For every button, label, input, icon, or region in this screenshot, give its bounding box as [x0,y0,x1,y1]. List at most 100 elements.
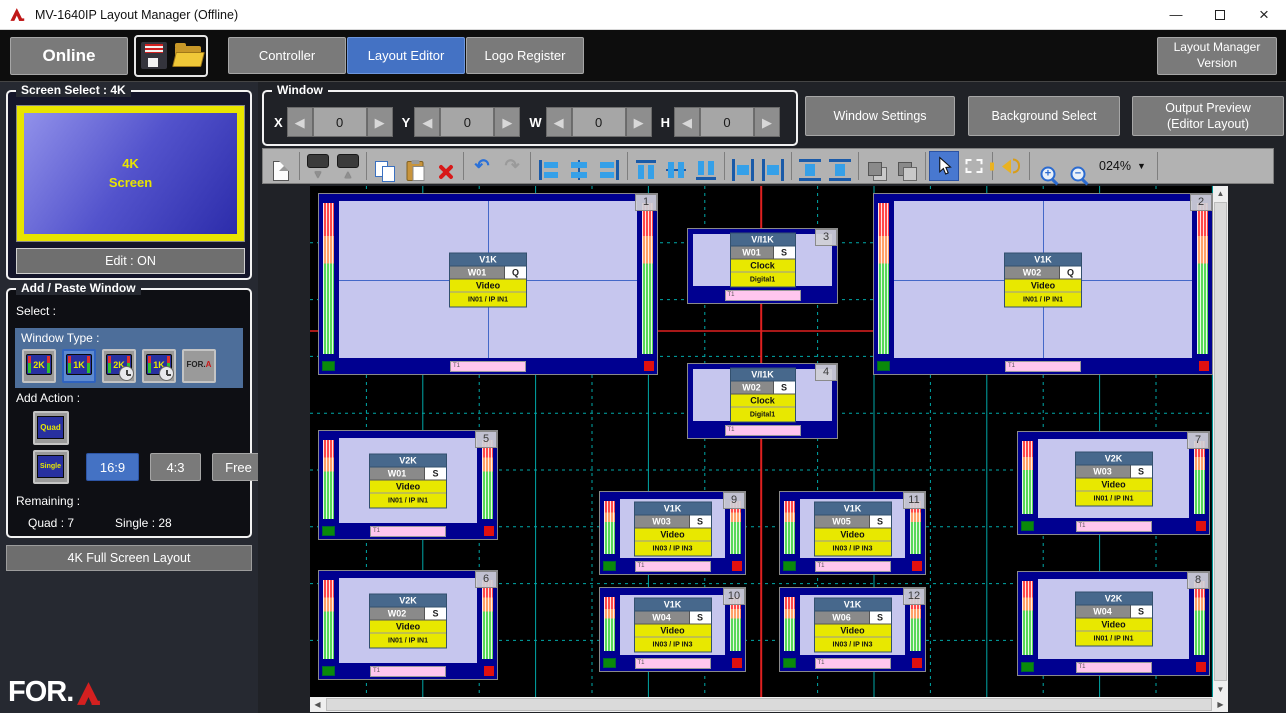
align-right-button[interactable] [594,151,624,181]
monitor-2k-icon: 2K [26,354,52,375]
open-button[interactable] [173,39,205,73]
window-type-clock-2k-button[interactable]: 2K [102,349,136,383]
expand-vertical-button[interactable] [795,151,825,181]
window-type-logo-button[interactable]: FOR.A [182,349,216,383]
horizontal-scrollbar[interactable]: ◀ ▶ [310,697,1228,712]
align-center-horizontal-button[interactable] [564,151,594,181]
copy-button[interactable] [370,151,400,181]
align-middle-vertical-icon [665,159,687,181]
canvas-window-8[interactable]: V2KW04SVideoIN01 / IP IN1T18 [1017,571,1210,676]
y-value[interactable]: 0 [440,107,494,137]
toolbar-separator [1029,152,1030,180]
h-decrement-button[interactable]: ◀ [674,107,700,137]
close-button[interactable]: × [1242,0,1286,29]
arrow-up-icon: ▲ [343,170,354,181]
scroll-left-button[interactable]: ◀ [310,697,325,712]
canvas[interactable]: V1KW01QVideoIN01 / IP IN1T11 V1KW02QVideo… [310,186,1213,697]
window-number-badge: 5 [475,431,497,448]
x-value[interactable]: 0 [313,107,367,137]
select-tool-button[interactable] [929,151,959,181]
canvas-window-3[interactable]: V/I1KW01SClockDigital1T13 [687,228,838,304]
window-info-label: V/I1KW02SClockDigital1 [730,368,796,423]
canvas-window-11[interactable]: V1KW05SVideoIN03 / IP IN3T111 [779,491,926,575]
add-quad-button[interactable]: Quad [33,411,69,445]
scroll-up-button[interactable]: ▲ [1213,186,1228,201]
scroll-right-button[interactable]: ▶ [1213,697,1228,712]
audio-monitor-button[interactable] [996,151,1026,181]
w-value[interactable]: 0 [572,107,626,137]
canvas-window-7[interactable]: V2KW03SVideoIN01 / IP IN1T17 [1017,431,1210,535]
canvas-window-5[interactable]: V2KW01SVideoIN01 / IP IN1T15 [318,430,498,540]
window-info-label: V2KW02SVideoIN01 / IP IN1 [369,593,447,648]
zoom-out-icon: − [1071,166,1086,181]
window-settings-button[interactable]: Window Settings [805,96,955,136]
screen-preview-4k[interactable]: 4K Screen [16,105,245,242]
send-to-device-button[interactable]: ▼ [303,151,333,181]
save-button[interactable] [138,39,170,73]
maximize-icon [1215,10,1225,20]
h-value[interactable]: 0 [700,107,754,137]
scroll-down-button[interactable]: ▼ [1213,682,1228,697]
canvas-window-9[interactable]: V1KW03SVideoIN03 / IP IN3T19 [599,491,746,575]
minimize-button[interactable]: — [1154,0,1198,29]
expand-horizontal-button[interactable] [728,151,758,181]
align-middle-vertical-button[interactable] [661,151,691,181]
shrink-vertical-button[interactable] [825,151,855,181]
window-type-label: Window Type : [21,331,99,345]
online-button[interactable]: Online [10,37,128,75]
window-info-label: V1KW03SVideoIN03 / IP IN3 [634,501,712,556]
window-type-video-1k-button[interactable]: 1K [62,349,96,383]
zoom-out-button[interactable]: − [1063,151,1093,181]
marquee-select-button[interactable] [959,151,989,181]
w-decrement-button[interactable]: ◀ [546,107,572,137]
vertical-scrollbar[interactable]: ▲ ▼ [1213,186,1228,697]
h-increment-button[interactable]: ▶ [754,107,780,137]
align-top-button[interactable] [631,151,661,181]
aspect-4-3-button[interactable]: 4:3 [150,453,201,481]
window-info-label: V1KW05SVideoIN03 / IP IN3 [814,501,892,556]
y-increment-button[interactable]: ▶ [494,107,520,137]
window-type-clock-1k-button[interactable]: 1K [142,349,176,383]
canvas-window-4[interactable]: V/I1KW02SClockDigital1T14 [687,363,838,439]
x-increment-button[interactable]: ▶ [367,107,393,137]
bring-to-front-button[interactable] [862,151,892,181]
undo-button[interactable]: ↶ [467,151,497,181]
remaining-quad-count: Quad : 7 [28,516,74,530]
align-bottom-button[interactable] [691,151,721,181]
canvas-window-2[interactable]: V1KW02QVideoIN01 / IP IN1T12 [873,193,1213,375]
tab-layout-editor[interactable]: Layout Editor [347,37,465,74]
monitor-1k-icon: 1K [66,354,92,375]
y-decrement-button[interactable]: ◀ [414,107,440,137]
full-screen-layout-button[interactable]: 4K Full Screen Layout [6,545,252,571]
load-from-device-button[interactable]: ▲ [333,151,363,181]
w-increment-button[interactable]: ▶ [626,107,652,137]
output-preview-button[interactable]: Output Preview (Editor Layout) [1132,96,1284,136]
add-single-button[interactable]: Single [33,450,69,484]
maximize-button[interactable] [1198,0,1242,29]
horizontal-scroll-thumb[interactable] [326,698,1212,711]
redo-button[interactable]: ↷ [497,151,527,181]
edit-toggle-button[interactable]: Edit : ON [16,248,245,274]
version-button[interactable]: Layout Manager Version [1157,37,1277,75]
canvas-window-6[interactable]: V2KW02SVideoIN01 / IP IN1T16 [318,570,498,680]
tab-controller[interactable]: Controller [228,37,346,74]
send-to-back-button[interactable] [892,151,922,181]
x-decrement-button[interactable]: ◀ [287,107,313,137]
canvas-window-1[interactable]: V1KW01QVideoIN01 / IP IN1T11 [318,193,658,375]
aspect-16-9-button[interactable]: 16:9 [86,453,139,481]
paste-icon [407,161,424,181]
background-select-button[interactable]: Background Select [968,96,1120,136]
zoom-in-button[interactable]: + [1033,151,1063,181]
vertical-scroll-thumb[interactable] [1214,202,1227,681]
align-left-button[interactable] [534,151,564,181]
canvas-window-12[interactable]: V1KW06SVideoIN03 / IP IN3T112 [779,587,926,672]
new-layout-button[interactable] [266,151,296,181]
zoom-level-dropdown[interactable]: 024% ▼ [1099,159,1146,173]
paste-button[interactable] [400,151,430,181]
shrink-horizontal-button[interactable] [758,151,788,181]
window-type-video-2k-button[interactable]: 2K [22,349,56,383]
toolbar-separator [724,152,725,180]
tab-logo-register[interactable]: Logo Register [466,37,584,74]
delete-button[interactable] [430,151,460,181]
canvas-window-10[interactable]: V1KW04SVideoIN03 / IP IN3T110 [599,587,746,672]
